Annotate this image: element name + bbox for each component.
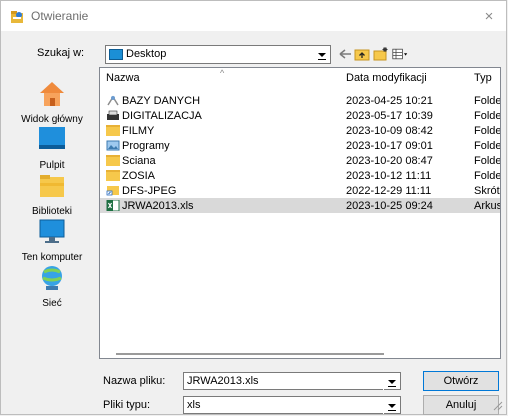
- chevron-down-icon[interactable]: [313, 46, 330, 63]
- list-item[interactable]: DIGITALIZACJA 2023-05-17 10:39 Folde: [100, 108, 500, 123]
- file-date: 2023-04-25 10:21: [346, 95, 433, 107]
- list-item[interactable]: FILMY 2023-10-09 08:42 Folde: [100, 123, 500, 138]
- file-name: JRWA2013.xls: [122, 200, 194, 212]
- places-bar: Widok główny Pulpit Biblioteki Ten kompu…: [7, 67, 97, 357]
- file-date: 2023-10-09 08:42: [346, 125, 433, 137]
- new-folder-icon[interactable]: [373, 46, 389, 62]
- place-home[interactable]: Widok główny: [7, 79, 97, 125]
- image-folder-icon: [106, 140, 120, 151]
- libraries-icon: [40, 175, 64, 197]
- file-date: 2023-10-17 09:01: [346, 140, 433, 152]
- filename-input[interactable]: JRWA2013.xls: [187, 375, 259, 387]
- column-header-date[interactable]: Data modyfikacji: [346, 72, 427, 84]
- home-icon: [40, 82, 64, 106]
- file-date: 2023-05-17 10:39: [346, 110, 433, 122]
- close-button[interactable]: ×: [472, 1, 506, 31]
- list-item-selected[interactable]: JRWA2013.xls 2023-10-25 09:24 Arkus: [100, 198, 500, 213]
- horizontal-scrollbar[interactable]: [116, 353, 384, 355]
- file-name: Sciana: [122, 155, 156, 167]
- filetype-label: Pliki typu:: [103, 399, 151, 411]
- file-type: Arkus: [474, 200, 501, 212]
- back-icon[interactable]: [337, 46, 353, 62]
- list-item[interactable]: Sciana 2023-10-20 08:47 Folde: [100, 153, 500, 168]
- folder-icon: [106, 155, 120, 166]
- network-icon: [42, 266, 62, 290]
- file-type: Folde: [474, 110, 501, 122]
- list-item[interactable]: DFS-JPEG 2022-12-29 11:11 Skrót: [100, 183, 500, 198]
- place-label: Pulpit: [39, 160, 65, 171]
- column-header-type[interactable]: Typ: [474, 72, 492, 84]
- close-icon: ×: [484, 7, 494, 25]
- place-libraries[interactable]: Biblioteki: [7, 171, 97, 217]
- up-folder-icon[interactable]: [354, 46, 370, 62]
- look-in-value: Desktop: [126, 48, 167, 60]
- sort-arrow-icon: ^: [220, 68, 225, 78]
- printer-folder-icon: [107, 110, 119, 120]
- shortcut-icon: [106, 186, 119, 196]
- look-in-label: Szukaj w:: [37, 47, 85, 59]
- place-network[interactable]: Sieć: [7, 263, 97, 309]
- look-in-combo[interactable]: Desktop: [105, 45, 331, 64]
- list-header: Nazwa ^ Data modyfikacji Typ: [100, 68, 500, 87]
- file-name: BAZY DANYCH: [122, 95, 201, 107]
- file-type: Folde: [474, 125, 501, 137]
- cancel-button[interactable]: Anuluj: [423, 395, 499, 415]
- file-name: Programy: [122, 140, 170, 152]
- file-type: Folde: [474, 170, 501, 182]
- folder-icon: [106, 125, 120, 136]
- list-item[interactable]: ZOSIA 2023-10-12 11:11 Folde: [100, 168, 500, 183]
- window-title: Otwieranie: [31, 9, 89, 23]
- column-header-name[interactable]: Nazwa: [106, 72, 140, 84]
- file-name: ZOSIA: [122, 170, 156, 182]
- computer-icon: [39, 219, 65, 243]
- folder-icon: [106, 170, 120, 181]
- file-date: 2022-12-29 11:11: [346, 185, 432, 197]
- place-label: Sieć: [42, 298, 62, 309]
- file-type: Folde: [474, 95, 501, 107]
- view-menu-icon[interactable]: [392, 46, 408, 62]
- place-label: Widok główny: [21, 114, 83, 125]
- desktop-icon: [39, 127, 65, 149]
- open-button[interactable]: Otwórz: [423, 371, 499, 391]
- app-icon: [11, 11, 23, 23]
- file-type: Folde: [474, 155, 501, 167]
- place-label: Biblioteki: [31, 206, 73, 217]
- title-bar: Otwieranie ×: [1, 1, 506, 31]
- file-name: FILMY: [122, 125, 155, 137]
- filename-label: Nazwa pliku:: [103, 375, 166, 387]
- file-name: DIGITALIZACJA: [122, 110, 202, 122]
- file-name: DFS-JPEG: [122, 185, 177, 197]
- chevron-down-icon[interactable]: [383, 373, 400, 390]
- file-date: 2023-10-25 09:24: [346, 200, 433, 212]
- chevron-down-icon[interactable]: [383, 397, 400, 414]
- file-list[interactable]: Nazwa ^ Data modyfikacji Typ BAZY DANYCH…: [99, 67, 501, 359]
- place-label: Ten komputer: [21, 252, 83, 263]
- filename-combo[interactable]: JRWA2013.xls: [183, 372, 401, 390]
- list-item[interactable]: BAZY DANYCH 2023-04-25 10:21 Folde: [100, 93, 500, 108]
- place-desktop[interactable]: Pulpit: [7, 125, 97, 171]
- file-date: 2023-10-20 08:47: [346, 155, 433, 167]
- desktop-icon: [109, 49, 123, 60]
- file-date: 2023-10-12 11:11: [346, 170, 432, 182]
- excel-file-icon: [106, 200, 120, 211]
- file-type: Folde: [474, 140, 501, 152]
- open-dialog: Otwieranie × Szukaj w: Desktop Widok głó…: [0, 0, 507, 415]
- resize-grip-icon[interactable]: [493, 401, 503, 411]
- filetype-value: xls: [187, 399, 201, 411]
- list-item[interactable]: Programy 2023-10-17 09:01 Folde: [100, 138, 500, 153]
- filetype-select[interactable]: xls: [183, 396, 401, 414]
- place-this-pc[interactable]: Ten komputer: [7, 217, 97, 263]
- shortcut-folder-icon: [107, 95, 119, 106]
- file-type: Skrót: [474, 185, 500, 197]
